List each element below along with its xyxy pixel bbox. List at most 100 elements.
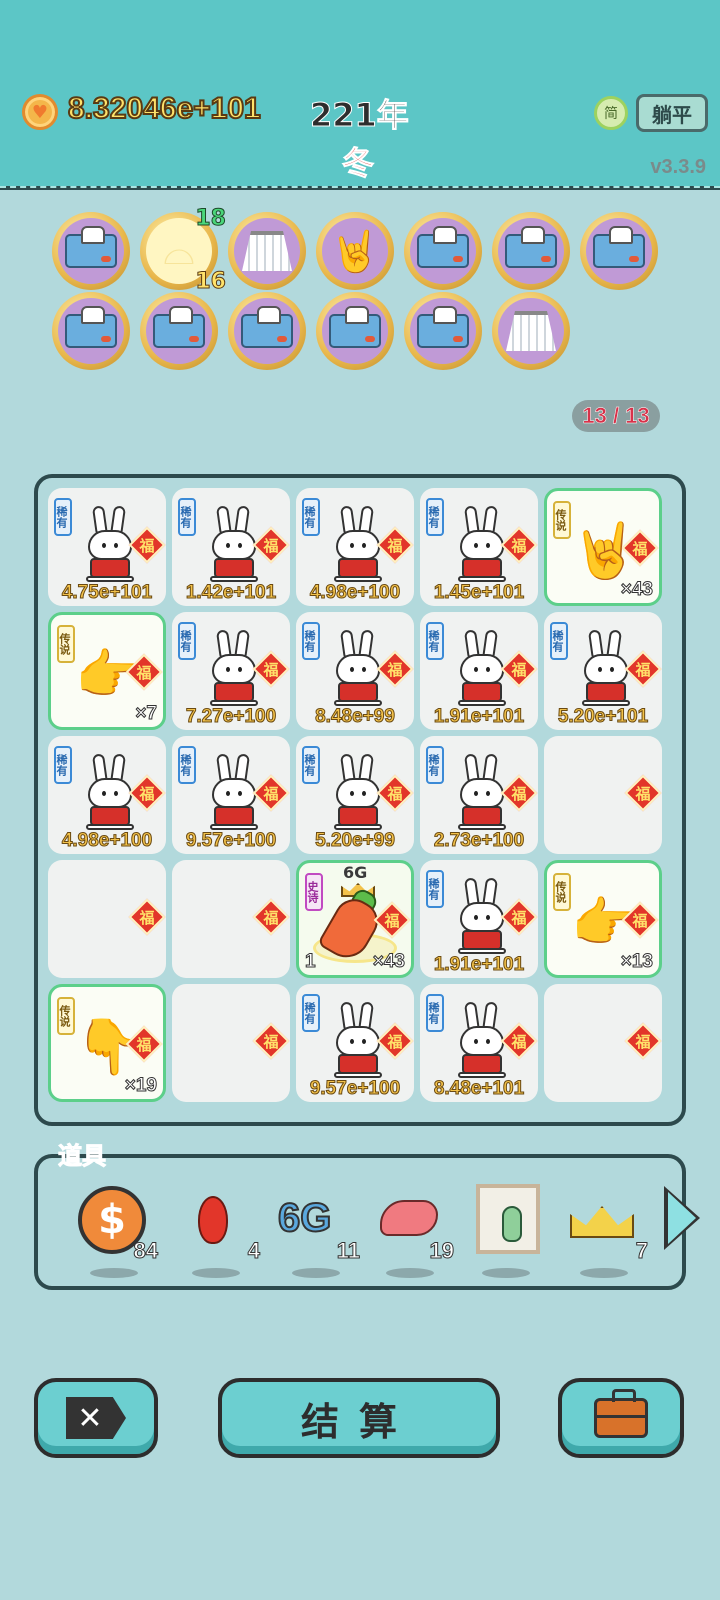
relic-progress: 13 / 13 xyxy=(572,400,660,432)
rarity-rare-tag: 稀有 xyxy=(426,498,444,536)
fu-tag: 福 xyxy=(252,1022,290,1060)
rarity-rare-tag: 稀有 xyxy=(178,498,196,536)
tile-bunny[interactable]: 稀有福 1.91e+101 xyxy=(420,860,538,978)
tile-value: 4.98e+100 xyxy=(309,582,401,604)
tile-value: 7.27e+100 xyxy=(185,706,277,728)
rarity-rare-tag: 稀有 xyxy=(54,498,72,536)
tile-empty[interactable]: 福 xyxy=(544,736,662,854)
prop-vase-frame[interactable] xyxy=(464,1178,550,1278)
tile-value: 8.48e+99 xyxy=(315,706,396,728)
tile-bunny[interactable]: 稀有福 9.57e+100 xyxy=(172,736,290,854)
tile-empty[interactable]: 福 xyxy=(172,860,290,978)
tile-empty[interactable]: 福 xyxy=(172,984,290,1102)
heart-coin-icon: ♥ xyxy=(22,94,58,130)
tile-bunny[interactable]: 稀有福 9.57e+100 xyxy=(296,984,414,1102)
tile-empty[interactable]: 福 xyxy=(48,860,166,978)
rarity-rare-tag: 稀有 xyxy=(426,870,444,908)
prop-count: 4 xyxy=(247,1238,260,1264)
prop-liver[interactable]: 19 xyxy=(368,1178,455,1278)
fu-tag: 福 xyxy=(624,774,662,812)
relic-tissue-box[interactable] xyxy=(580,212,658,290)
tile-value: 5.20e+99 xyxy=(315,830,396,852)
tile-bunny[interactable]: 稀有福 2.73e+100 xyxy=(420,736,538,854)
relic-skirt[interactable] xyxy=(228,212,306,290)
relic-tissue-box[interactable] xyxy=(52,292,130,370)
prop-red-pepper[interactable]: 4 xyxy=(174,1178,261,1278)
relic-tissue-box[interactable] xyxy=(492,212,570,290)
tissue-box-icon xyxy=(417,226,469,268)
settle-button[interactable]: 结算 xyxy=(218,1378,500,1458)
tile-value: 8.48e+101 xyxy=(433,1078,525,1100)
tile-bunny[interactable]: 稀有福 4.75e+101 xyxy=(48,488,166,606)
prop-dollar-coin[interactable]: $84 xyxy=(72,1178,159,1278)
tile-carrot[interactable]: 史诗 6G 福 1 ×43 xyxy=(296,860,414,978)
rarity-legend-tag: 传说 xyxy=(57,997,75,1035)
tissue-box-icon xyxy=(417,306,469,348)
tile-bunny[interactable]: 稀有福 1.42e+101 xyxy=(172,488,290,606)
rarity-rare-tag: 稀有 xyxy=(302,622,320,660)
simplified-toggle-button[interactable]: 简 xyxy=(594,96,628,130)
tile-bunny[interactable]: 稀有福 4.98e+100 xyxy=(48,736,166,854)
prop-crown[interactable]: 7 xyxy=(562,1178,649,1278)
tile-bunny[interactable]: 稀有福 5.20e+101 xyxy=(544,612,662,730)
version-label: v3.3.9 xyxy=(650,156,706,178)
briefcase-icon xyxy=(594,1389,648,1438)
tile-bunny[interactable]: 稀有福 1.91e+101 xyxy=(420,612,538,730)
prop-count: 11 xyxy=(336,1238,360,1264)
tile-value: 1.45e+101 xyxy=(433,582,525,604)
relic-tissue-box[interactable] xyxy=(404,212,482,290)
close-button[interactable]: ✕ xyxy=(34,1378,158,1458)
header-divider xyxy=(0,186,720,190)
tile-hand[interactable]: 传说 👇 福 ×19 xyxy=(48,984,166,1102)
inventory-button[interactable] xyxy=(558,1378,684,1458)
relic-tissue-box[interactable] xyxy=(228,292,306,370)
tile-bunny[interactable]: 稀有福 7.27e+100 xyxy=(172,612,290,730)
rock-hand-icon: 🤘 xyxy=(330,228,380,275)
tile-value: 2.73e+100 xyxy=(433,830,525,852)
tile-value: 9.57e+100 xyxy=(185,830,277,852)
skirt-icon xyxy=(242,231,292,271)
prop-count: 19 xyxy=(429,1238,455,1264)
relic-shell[interactable]: ⌓ 18 16 xyxy=(140,206,226,295)
tile-count: ×43 xyxy=(620,579,653,601)
tile-hand[interactable]: 传说 👉 福 ×7 xyxy=(48,612,166,730)
tile-hand[interactable]: 传说 🤘 福 ×43 xyxy=(544,488,662,606)
props-scroll-right-icon[interactable] xyxy=(664,1186,704,1250)
rarity-rare-tag: 稀有 xyxy=(178,746,196,784)
close-icon: ✕ xyxy=(66,1397,126,1439)
relic-tissue-box[interactable] xyxy=(140,292,218,370)
rarity-rare-tag: 稀有 xyxy=(550,622,568,660)
tile-empty[interactable]: 福 xyxy=(544,984,662,1102)
game-board: 稀有福 4.75e+101 稀有福 1.42e+101 稀有福 4.98e+100 稀… xyxy=(34,474,686,1126)
coin-balance: 8.32046e+101 xyxy=(67,91,262,126)
tile-hand[interactable]: 传说 👉 福 ×13 xyxy=(544,860,662,978)
relic-tissue-box[interactable] xyxy=(316,292,394,370)
tile-value: 9.57e+100 xyxy=(309,1078,401,1100)
tile-bunny[interactable]: 稀有福 8.48e+101 xyxy=(420,984,538,1102)
liver-icon xyxy=(380,1200,438,1236)
tile-value: 4.75e+101 xyxy=(61,582,153,604)
rarity-epic-tag: 史诗 xyxy=(305,873,323,911)
tile-value: 1.91e+101 xyxy=(433,706,525,728)
prop-count: 7 xyxy=(635,1238,648,1264)
tile-value: 5.20e+101 xyxy=(557,706,649,728)
prop-6g[interactable]: 6G 11 xyxy=(274,1178,361,1278)
tile-bunny[interactable]: 稀有福 4.98e+100 xyxy=(296,488,414,606)
rarity-rare-tag: 稀有 xyxy=(302,746,320,784)
tile-bunny[interactable]: 稀有福 8.48e+99 xyxy=(296,612,414,730)
year-label: 221年 xyxy=(310,96,410,135)
relic-tissue-box[interactable] xyxy=(52,212,130,290)
relic-tissue-box[interactable] xyxy=(404,292,482,370)
tangping-button[interactable]: 躺平 xyxy=(636,94,708,132)
tile-bunny[interactable]: 稀有福 5.20e+99 xyxy=(296,736,414,854)
props-label: 道具 xyxy=(58,1142,107,1171)
relic-rock-hand[interactable]: 🤘 xyxy=(316,212,394,290)
tissue-box-icon xyxy=(241,306,293,348)
tile-value: 4.98e+100 xyxy=(61,830,153,852)
rarity-rare-tag: 稀有 xyxy=(178,622,196,660)
rarity-rare-tag: 稀有 xyxy=(426,746,444,784)
tissue-box-icon xyxy=(65,226,117,268)
relic-skirt[interactable] xyxy=(492,292,570,370)
tile-count: ×43 xyxy=(372,951,405,973)
tile-bunny[interactable]: 稀有福 1.45e+101 xyxy=(420,488,538,606)
